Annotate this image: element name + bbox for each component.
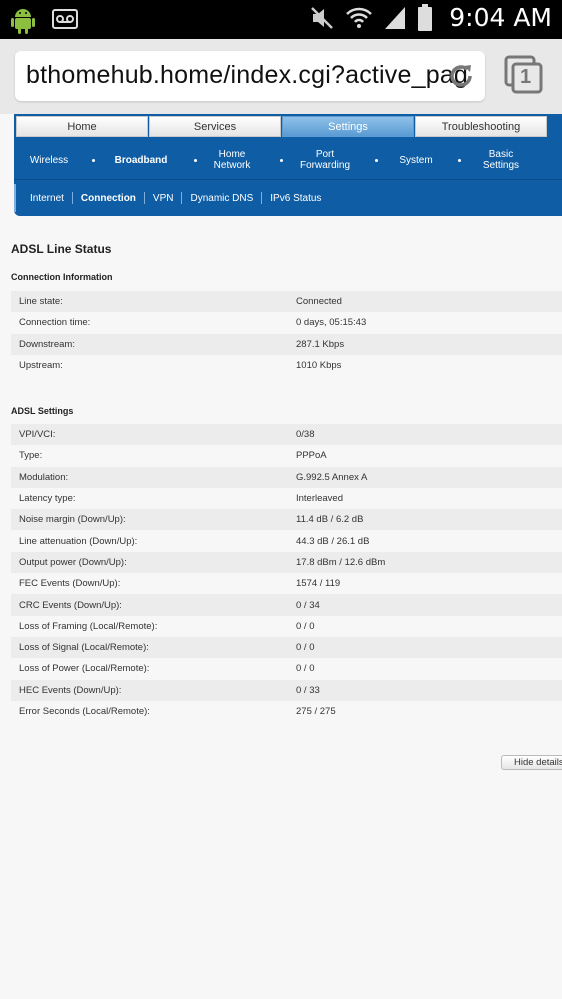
table-row: Error Seconds (Local/Remote): 275 / 275: [11, 700, 562, 723]
row-label: Type:: [19, 450, 43, 462]
hide-details-button[interactable]: Hide details: [501, 755, 562, 770]
address-bar[interactable]: bthomehub.home/index.cgi?active_pag: [15, 51, 485, 101]
table-row: Upstream: 1010 Kbps: [11, 354, 562, 377]
tab-connection[interactable]: Connection: [73, 193, 144, 204]
row-value: 17.8 dBm / 12.6 dBm: [296, 556, 386, 568]
page-title: ADSL Line Status: [11, 242, 112, 256]
row-value: 1574 / 119: [296, 578, 341, 590]
clock: 9:04 AM: [449, 3, 552, 32]
url-text[interactable]: bthomehub.home/index.cgi?active_pag: [26, 61, 468, 90]
connection-info-heading: Connection Information: [11, 272, 113, 282]
tab-home[interactable]: Home: [16, 116, 148, 137]
browser-toolbar: bthomehub.home/index.cgi?active_pag 1: [0, 39, 562, 114]
row-value: Interleaved: [296, 493, 344, 505]
row-value: PPPoA: [296, 450, 327, 462]
android-icon: [11, 4, 35, 34]
row-value: 1010 Kbps: [296, 360, 342, 372]
tab-settings[interactable]: Settings: [282, 116, 414, 137]
wifi-icon: [346, 7, 373, 28]
table-row: Loss of Signal (Local/Remote): 0 / 0: [11, 636, 562, 659]
table-row: Type: PPPoA: [11, 445, 562, 467]
row-value: 287.1 Kbps: [296, 338, 345, 350]
row-value: 0 / 0: [296, 620, 315, 632]
table-row: Loss of Framing (Local/Remote): 0 / 0: [11, 615, 562, 637]
row-label: Latency type:: [19, 493, 76, 505]
table-row: Output power (Down/Up): 17.8 dBm / 12.6 d…: [11, 551, 562, 574]
row-label: Noise margin (Down/Up):: [19, 514, 126, 526]
adsl-settings-heading: ADSL Settings: [11, 406, 74, 416]
top-tabs: Home Services Settings Troubleshooting: [16, 116, 562, 137]
tab-vpn[interactable]: VPN: [145, 193, 182, 204]
row-value: 0 / 34: [296, 599, 320, 611]
tab-services[interactable]: Services: [149, 116, 281, 137]
row-label: FEC Events (Down/Up):: [19, 578, 121, 590]
nav-separator: [280, 159, 283, 162]
row-value: 0/38: [296, 429, 315, 441]
nav-separator: [194, 159, 197, 162]
row-value: Connected: [296, 296, 342, 308]
row-label: Modulation:: [19, 471, 69, 483]
table-row: Loss of Power (Local/Remote): 0 / 0: [11, 658, 562, 680]
row-value: 44.3 dB / 26.1 dB: [296, 535, 370, 547]
nav-separator: [458, 159, 461, 162]
tab-internet[interactable]: Internet: [14, 193, 72, 204]
nav-broadband[interactable]: Broadband: [110, 142, 172, 178]
adsl-settings-table: VPI/VCI: 0/38 Type: PPPoA Modulation: G.992…: [11, 424, 562, 723]
row-value: 0 / 0: [296, 642, 315, 654]
tab-count: 1: [520, 66, 532, 88]
row-value: 0 days, 05:15:43: [296, 317, 367, 329]
tab-dynamic-dns[interactable]: Dynamic DNS: [182, 193, 261, 204]
table-row: CRC Events (Down/Up): 0 / 34: [11, 594, 562, 616]
nav-port-forwarding[interactable]: Port Forwarding: [294, 142, 356, 178]
row-label: HEC Events (Down/Up):: [19, 684, 122, 696]
signal-icon: [385, 6, 406, 29]
mute-icon: [311, 6, 334, 29]
table-row: FEC Events (Down/Up): 1574 / 119: [11, 573, 562, 595]
table-row: Latency type: Interleaved: [11, 487, 562, 510]
nav-separator: [375, 159, 378, 162]
nav-divider: [14, 179, 562, 180]
table-row: Noise margin (Down/Up): 11.4 dB / 6.2 dB: [11, 509, 562, 531]
row-label: Error Seconds (Local/Remote):: [19, 706, 150, 717]
third-navigation: Internet Connection VPN Dynamic DNS IPv6…: [14, 186, 329, 210]
row-label: Loss of Signal (Local/Remote):: [19, 642, 149, 654]
reload-icon[interactable]: [445, 60, 477, 92]
table-row: VPI/VCI: 0/38: [11, 424, 562, 446]
row-label: Connection time:: [19, 317, 91, 329]
row-value: 0 / 0: [296, 663, 315, 675]
nav-system[interactable]: System: [392, 142, 440, 178]
nav-separator: [92, 159, 95, 162]
tabs-button[interactable]: 1: [504, 55, 544, 95]
battery-icon: [418, 3, 433, 31]
row-label: Downstream:: [19, 338, 75, 350]
table-row: HEC Events (Down/Up): 0 / 33: [11, 679, 562, 701]
tab-troubleshooting[interactable]: Troubleshooting: [415, 116, 547, 137]
row-label: Loss of Power (Local/Remote):: [19, 663, 150, 675]
nav-home-network[interactable]: Home Network: [208, 142, 256, 178]
table-row: Line state: Connected: [11, 291, 562, 313]
table-row: Connection time: 0 days, 05:15:43: [11, 312, 562, 334]
nav-wireless[interactable]: Wireless: [20, 142, 78, 178]
table-row: Modulation: G.992.5 Annex A: [11, 466, 562, 488]
row-label: Upstream:: [19, 360, 63, 372]
row-label: Output power (Down/Up):: [19, 556, 127, 568]
voicemail-icon: [52, 9, 78, 29]
row-value: G.992.5 Annex A: [296, 471, 368, 483]
tab-ipv6-status[interactable]: IPv6 Status: [262, 193, 329, 204]
nav-basic-settings[interactable]: Basic Settings: [476, 142, 526, 178]
web-page: Wireless Broadband Home Network Port For…: [0, 114, 562, 999]
table-row: Downstream: 287.1 Kbps: [11, 333, 562, 355]
row-value: 275 / 275: [296, 706, 336, 717]
connection-info-table: Line state: Connected Connection time: 0 d…: [11, 291, 562, 377]
row-value: 11.4 dB / 6.2 dB: [296, 514, 364, 526]
row-label: Loss of Framing (Local/Remote):: [19, 620, 158, 632]
table-row: Line attenuation (Down/Up): 44.3 dB / 26.…: [11, 530, 562, 552]
row-label: VPI/VCI:: [19, 429, 56, 441]
row-label: CRC Events (Down/Up):: [19, 599, 122, 611]
row-label: Line attenuation (Down/Up):: [19, 535, 138, 547]
row-value: 0 / 33: [296, 684, 320, 696]
row-label: Line state:: [19, 296, 63, 308]
sub-navigation: Wireless Broadband Home Network Port For…: [14, 142, 562, 178]
status-bar: 9:04 AM: [0, 0, 562, 39]
